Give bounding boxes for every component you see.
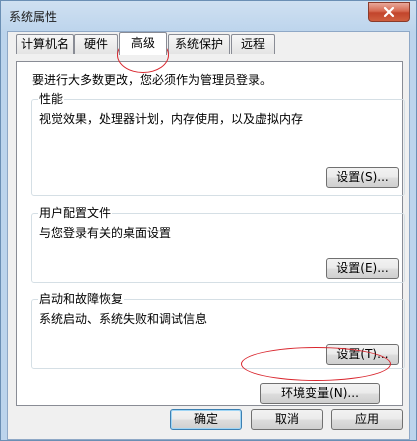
tab-label: 计算机名 xyxy=(20,37,69,51)
startup-recovery-group: 启动和故障恢复 系统启动、系统失败和调试信息 设置(T)... xyxy=(31,292,405,369)
environment-variables-button[interactable]: 环境变量(N)... xyxy=(260,383,380,404)
advanced-tab-panel: 要进行大多数更改，您必须作为管理员登录。 性能 视觉效果，处理器计划，内存使用，… xyxy=(16,61,405,406)
tab-label: 远程 xyxy=(240,37,265,51)
group-title: 用户配置文件 xyxy=(38,206,113,220)
close-button[interactable] xyxy=(368,2,410,22)
cancel-button[interactable]: 取消 xyxy=(251,409,323,430)
group-description: 视觉效果，处理器计划，内存使用，以及虚拟内存 xyxy=(39,112,304,126)
tab-advanced[interactable]: 高级 xyxy=(119,32,167,55)
tab-remote[interactable]: 远程 xyxy=(231,34,275,54)
tab-hardware[interactable]: 硬件 xyxy=(74,34,118,54)
group-description: 系统启动、系统失败和调试信息 xyxy=(39,312,208,326)
startup-recovery-settings-button[interactable]: 设置(T)... xyxy=(326,344,399,365)
tab-label: 系统保护 xyxy=(174,37,223,51)
tab-label: 高级 xyxy=(130,36,155,50)
apply-button[interactable]: 应用 xyxy=(331,409,403,430)
admin-note: 要进行大多数更改，您必须作为管理员登录。 xyxy=(32,73,273,87)
system-properties-window: 系统属性 计算机名 硬件 高级 系统保护 远程 要进行大多数更改，您必须作为管理… xyxy=(0,0,417,441)
tab-system-protection[interactable]: 系统保护 xyxy=(168,34,230,54)
tab-label: 硬件 xyxy=(83,37,108,51)
window-title: 系统属性 xyxy=(9,10,58,24)
performance-settings-button[interactable]: 设置(S)... xyxy=(326,167,399,188)
group-title: 启动和故障恢复 xyxy=(38,292,125,306)
dialog-client-area: 计算机名 硬件 高级 系统保护 远程 要进行大多数更改，您必须作为管理员登录。 … xyxy=(7,31,410,440)
performance-group: 性能 视觉效果，处理器计划，内存使用，以及虚拟内存 设置(S)... xyxy=(31,92,405,196)
close-icon xyxy=(383,6,395,18)
user-profiles-settings-button[interactable]: 设置(E)... xyxy=(326,258,399,279)
ok-button[interactable]: 确定 xyxy=(170,409,242,430)
tab-computer-name[interactable]: 计算机名 xyxy=(16,34,74,54)
group-title: 性能 xyxy=(38,92,65,106)
group-description: 与您登录有关的桌面设置 xyxy=(39,226,172,240)
user-profiles-group: 用户配置文件 与您登录有关的桌面设置 设置(E)... xyxy=(31,206,405,283)
